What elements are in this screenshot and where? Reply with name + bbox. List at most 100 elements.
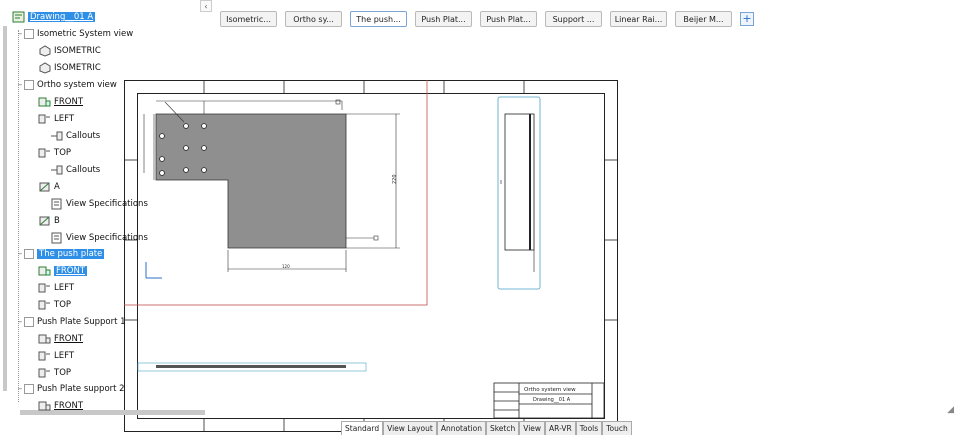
- tree-item-label: TOP: [54, 368, 72, 378]
- callouts-icon: [51, 165, 63, 175]
- tab-ar-vr[interactable]: AR-VR: [545, 421, 576, 435]
- tree-item-label: A: [54, 182, 60, 192]
- tree-item-label: FRONT: [54, 266, 88, 276]
- tree-item-front[interactable]: FRONT: [38, 398, 83, 414]
- tree-item-label: View Specifications: [66, 233, 148, 243]
- tree-vertical-scrollbar[interactable]: [3, 26, 7, 391]
- tab-view-layout[interactable]: View Layout: [383, 421, 437, 435]
- sheet-tab[interactable]: Support ...: [545, 11, 602, 27]
- tree-item-label: FRONT: [54, 97, 84, 107]
- tree-item-label: B: [54, 216, 60, 226]
- sheet-tab[interactable]: Linear Rai...: [610, 11, 667, 27]
- sheet-tab[interactable]: Beijer M...: [675, 11, 732, 27]
- tree-item-left[interactable]: LEFT: [38, 280, 74, 296]
- workbench-tabs: Standard View Layout Annotation Sketch V…: [341, 421, 632, 435]
- tab-view[interactable]: View: [519, 421, 546, 435]
- section-view-icon: [39, 216, 50, 226]
- tree-item-callouts[interactable]: Callouts: [50, 162, 100, 178]
- tree-item-left[interactable]: LEFT: [38, 348, 74, 364]
- tree-item-label: TOP: [54, 148, 72, 158]
- sheet-tab[interactable]: Ortho sy...: [285, 11, 342, 27]
- tree-item-label: LEFT: [54, 114, 75, 124]
- top-view-icon: [38, 300, 50, 310]
- view-specifications-icon: [51, 232, 62, 244]
- tree-item-top[interactable]: TOP: [38, 297, 71, 313]
- section-view-icon: [39, 182, 50, 192]
- view-checkbox-icon[interactable]: [24, 384, 34, 394]
- tree-item-label: View Specifications: [66, 199, 148, 209]
- tree-item-push-plate-support-2[interactable]: – Push Plate support 2: [16, 381, 125, 397]
- tree-item-push-plate-support-1[interactable]: – Push Plate Support 1: [16, 314, 126, 330]
- collapse-icon[interactable]: –: [16, 249, 24, 259]
- drawing-icon: [12, 11, 25, 23]
- top-view-icon: [38, 148, 50, 158]
- sheet-tab-strip: Isometric... Ortho sy... The push... Pus…: [220, 11, 754, 29]
- tab-tools[interactable]: Tools: [575, 421, 603, 435]
- sheet-tab[interactable]: Push Plat...: [480, 11, 537, 27]
- tree-item-top[interactable]: TOP: [38, 145, 71, 161]
- collapse-icon[interactable]: –: [16, 384, 24, 394]
- resize-handle-icon[interactable]: ◢: [947, 405, 954, 415]
- tree-item-label: Callouts: [66, 131, 101, 141]
- tree-item-callouts[interactable]: Callouts: [50, 128, 100, 144]
- tab-sketch[interactable]: Sketch: [485, 421, 520, 435]
- tab-touch[interactable]: Touch: [602, 421, 632, 435]
- tree-item-label: Isometric System view: [37, 29, 134, 39]
- tree-item-label: TOP: [54, 300, 72, 310]
- spec-tree: Drawing__01 A – Isometric System view IS…: [0, 0, 210, 420]
- view-checkbox-icon[interactable]: [24, 80, 34, 90]
- tree-item-label: FRONT: [54, 334, 84, 344]
- tree-item-ortho-system-view[interactable]: – Ortho system view: [16, 77, 117, 93]
- tree-item-label: Ortho system view: [37, 80, 117, 90]
- tree-item-front[interactable]: FRONT: [38, 94, 83, 110]
- tree-item-label: Push Plate Support 1: [37, 317, 126, 327]
- tree-item-view-specifications[interactable]: View Specifications: [50, 230, 148, 246]
- tree-item-label: Push Plate support 2: [37, 384, 125, 394]
- add-sheet-button[interactable]: +: [740, 12, 754, 26]
- tree-item-section-b[interactable]: B: [38, 213, 60, 229]
- tree-item-isometric[interactable]: ISOMETRIC: [38, 60, 101, 76]
- sheet-tab[interactable]: Push Plat...: [415, 11, 472, 27]
- tree-item-section-a[interactable]: A: [38, 179, 60, 195]
- tree-item-front[interactable]: FRONT: [38, 263, 88, 279]
- top-view-icon: [38, 368, 50, 378]
- title-block-drawing: Drawing__01 A: [533, 397, 571, 403]
- tree-item-label: ISOMETRIC: [54, 63, 101, 73]
- tree-item-top[interactable]: TOP: [38, 365, 71, 381]
- view-checkbox-icon[interactable]: [24, 29, 34, 39]
- tree-item-left[interactable]: LEFT: [38, 111, 74, 127]
- tree-root[interactable]: Drawing__01 A: [12, 9, 96, 25]
- collapse-icon[interactable]: –: [16, 29, 24, 39]
- isometric-view-icon: [39, 62, 51, 74]
- front-view-icon: [38, 97, 51, 107]
- collapse-icon[interactable]: –: [16, 317, 24, 327]
- front-view-icon: [38, 266, 51, 276]
- view-specifications-icon: [51, 198, 62, 210]
- tree-item-front[interactable]: FRONT: [38, 331, 83, 347]
- view-checkbox-icon[interactable]: [24, 317, 34, 327]
- tree-item-label: The push plate: [37, 249, 105, 259]
- dimension-vertical-label: 220: [392, 174, 398, 184]
- left-view-icon: [38, 283, 50, 293]
- left-view-icon: [38, 351, 50, 361]
- sheet-tab-active[interactable]: The push...: [350, 11, 407, 27]
- dimension-horizontal-label: 120: [282, 264, 290, 269]
- title-block-title: Ortho system view: [524, 387, 576, 393]
- tree-item-view-specifications[interactable]: View Specifications: [50, 196, 148, 212]
- tab-standard[interactable]: Standard: [341, 421, 384, 435]
- tree-item-label: Callouts: [66, 165, 101, 175]
- callouts-icon: [51, 131, 63, 141]
- tree-item-isometric[interactable]: ISOMETRIC: [38, 43, 101, 59]
- tree-item-isometric-system-view[interactable]: – Isometric System view: [16, 26, 133, 42]
- view-checkbox-icon[interactable]: [24, 249, 34, 259]
- tree-root-label: Drawing__01 A: [28, 12, 96, 22]
- sheet-tab[interactable]: Isometric...: [220, 11, 277, 27]
- collapse-icon[interactable]: –: [16, 80, 24, 90]
- front-view-icon: [38, 334, 51, 344]
- tree-item-label: ISOMETRIC: [54, 46, 101, 56]
- tree-item-label: FRONT: [54, 401, 84, 411]
- tree-item-label: LEFT: [54, 283, 75, 293]
- tab-annotation[interactable]: Annotation: [436, 421, 486, 435]
- tree-item-the-push-plate[interactable]: – The push plate: [16, 246, 105, 262]
- tree-item-label: LEFT: [54, 351, 75, 361]
